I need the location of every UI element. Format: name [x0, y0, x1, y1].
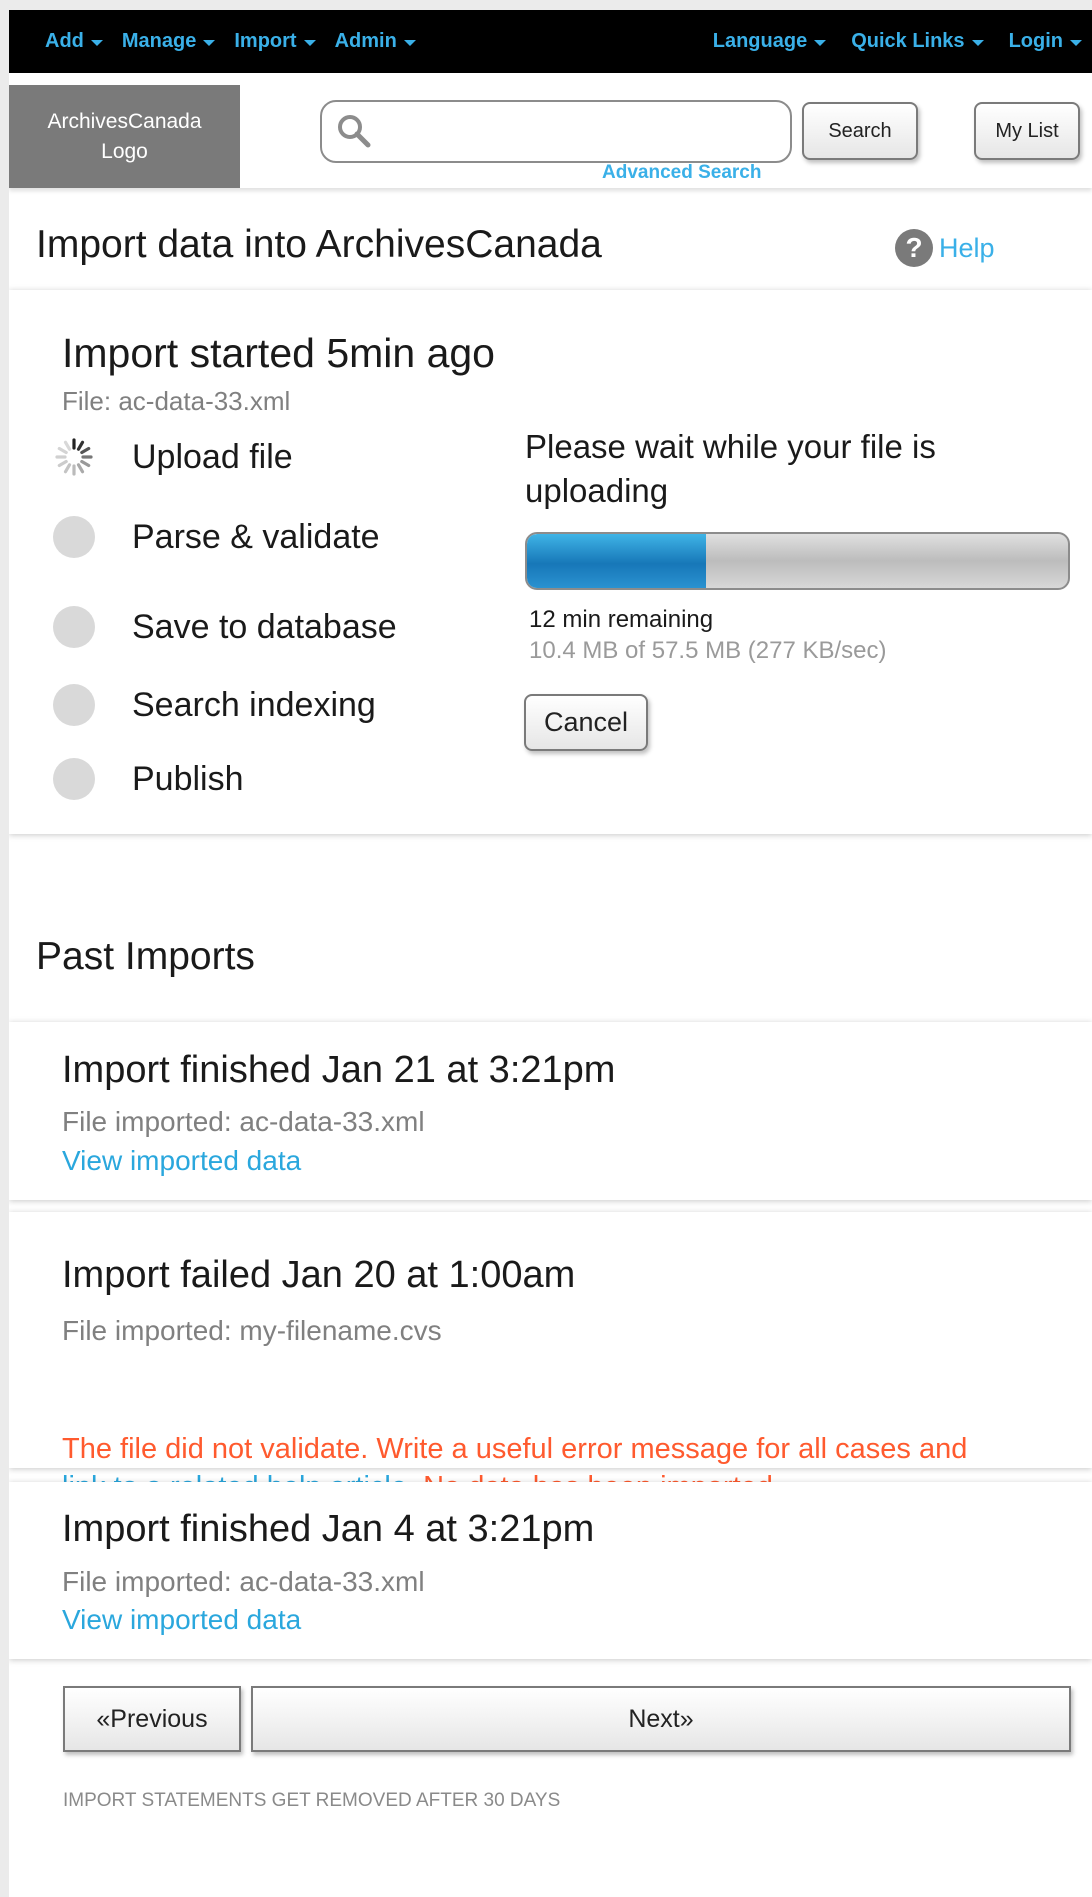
current-import-file: File: ac-data-33.xml	[62, 386, 291, 416]
view-imported-data-link[interactable]: View imported data	[62, 1604, 301, 1636]
top-nav-bar: Add Manage Import Admin Language Quick L…	[9, 10, 1092, 73]
step-parse-validate: Parse & validate	[53, 516, 380, 558]
site-header: ArchivesCanada Logo Advanced Search Sear…	[9, 73, 1092, 188]
error-text: The file did not validate. Write a usefu…	[62, 1433, 968, 1465]
time-remaining: 12 min remaining	[529, 606, 714, 633]
step-label: Search indexing	[132, 685, 376, 724]
past-import-file: File imported: my-filename.cvs	[62, 1315, 442, 1346]
nav-quick-links-menu[interactable]: Quick Links	[851, 30, 984, 53]
chevron-down-icon	[403, 39, 416, 46]
step-upload-file: Upload file	[53, 436, 293, 478]
past-import-card: Import finished Jan 4 at 3:21pm File imp…	[9, 1482, 1092, 1659]
chevron-down-icon	[814, 39, 827, 46]
view-imported-data-link[interactable]: View imported data	[62, 1145, 301, 1177]
pending-dot-icon	[53, 684, 95, 726]
current-import-card: Import started 5min ago File: ac-data-33…	[9, 290, 1092, 834]
nav-admin-label: Admin	[334, 30, 397, 52]
nav-admin-menu[interactable]: Admin	[335, 30, 416, 53]
site-logo[interactable]: ArchivesCanada Logo	[9, 85, 240, 188]
transfer-stats: 10.4 MB of 57.5 MB (277 KB/sec)	[529, 637, 887, 664]
previous-page-button[interactable]: «Previous	[63, 1686, 241, 1752]
nav-left-group: Add Manage Import Admin	[45, 10, 416, 73]
search-input[interactable]	[320, 100, 792, 163]
step-publish: Publish	[53, 758, 244, 800]
cancel-import-button[interactable]: Cancel	[524, 694, 648, 751]
current-import-title: Import started 5min ago	[62, 330, 495, 376]
search-button[interactable]: Search	[802, 102, 918, 160]
chevron-down-icon	[1070, 39, 1082, 46]
nav-add-label: Add	[45, 30, 84, 52]
page-title: Import data into ArchivesCanada	[36, 223, 602, 266]
app-frame: Add Manage Import Admin Language Quick L…	[9, 10, 1092, 1897]
nav-import-menu[interactable]: Import	[234, 30, 316, 53]
past-import-title: Import finished Jan 21 at 3:21pm	[62, 1049, 616, 1091]
nav-login-label: Login	[1008, 30, 1063, 52]
next-page-button[interactable]: Next»	[251, 1686, 1071, 1752]
nav-login-menu[interactable]: Login	[1009, 30, 1082, 53]
retention-note: IMPORT STATEMENTS GET REMOVED AFTER 30 D…	[63, 1790, 561, 1811]
nav-quick-links-label: Quick Links	[851, 30, 965, 52]
pending-dot-icon	[53, 606, 95, 648]
nav-language-label: Language	[712, 30, 808, 52]
step-label: Publish	[132, 759, 244, 798]
help-label: Help	[939, 232, 995, 263]
past-import-card: Import finished Jan 21 at 3:21pm File im…	[9, 1022, 1092, 1200]
nav-language-menu[interactable]: Language	[712, 30, 827, 53]
nav-manage-label: Manage	[121, 30, 197, 52]
nav-import-label: Import	[234, 30, 297, 52]
past-imports-heading: Past Imports	[36, 935, 255, 978]
step-label: Parse & validate	[132, 517, 380, 556]
step-search-indexing: Search indexing	[53, 684, 376, 726]
chevron-down-icon	[203, 39, 216, 46]
upload-progress-fill	[527, 534, 706, 588]
chevron-down-icon	[971, 39, 984, 46]
my-list-button[interactable]: My List	[974, 102, 1080, 160]
chevron-down-icon	[303, 39, 316, 46]
pending-dot-icon	[53, 516, 95, 558]
pending-dot-icon	[53, 758, 95, 800]
nav-right-group: Language Quick Links Login	[713, 10, 1082, 73]
advanced-search-link[interactable]: Advanced Search	[602, 162, 761, 184]
step-label: Upload file	[132, 437, 293, 476]
chevron-down-icon	[90, 39, 103, 46]
search-icon	[338, 115, 371, 148]
upload-wait-message: Please wait while your file is uploading	[525, 428, 936, 509]
logo-line-2: Logo	[101, 139, 148, 163]
past-import-file: File imported: ac-data-33.xml	[62, 1106, 425, 1137]
nav-manage-menu[interactable]: Manage	[121, 30, 216, 53]
loading-spinner-icon	[55, 438, 93, 476]
step-save-database: Save to database	[53, 606, 397, 648]
logo-line-1: ArchivesCanada	[47, 109, 202, 133]
past-import-file: File imported: ac-data-33.xml	[62, 1566, 425, 1597]
help-link[interactable]: ? Help	[895, 229, 995, 267]
past-import-title: Import finished Jan 4 at 3:21pm	[62, 1508, 595, 1550]
past-import-card-failed: Import failed Jan 20 at 1:00am File impo…	[9, 1212, 1092, 1503]
past-import-title: Import failed Jan 20 at 1:00am	[62, 1254, 576, 1296]
help-icon: ?	[895, 229, 933, 267]
upload-progress-bar	[525, 532, 1070, 590]
step-label: Save to database	[132, 607, 397, 646]
nav-add-menu[interactable]: Add	[45, 30, 103, 53]
